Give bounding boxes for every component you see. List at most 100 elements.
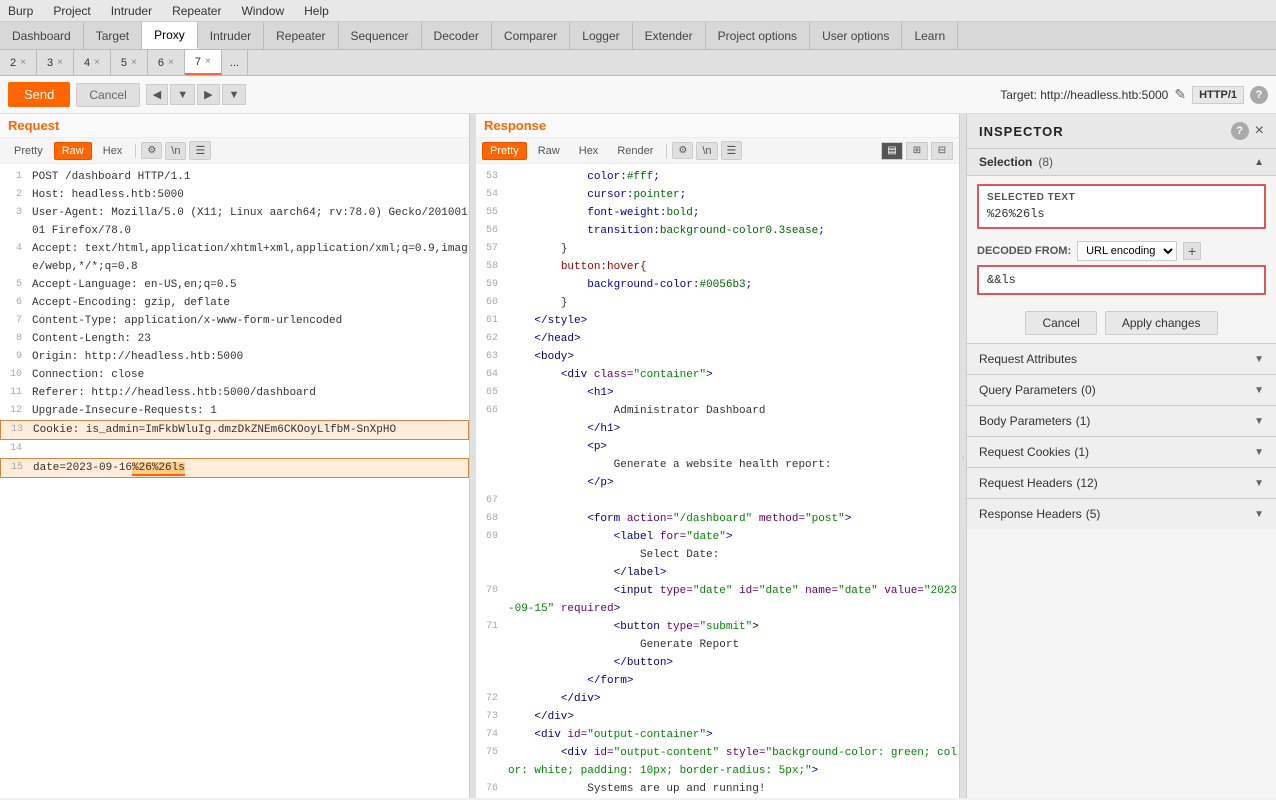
req-fmt-special2[interactable]: \n bbox=[165, 142, 186, 160]
req-tab-6[interactable]: 6 × bbox=[148, 50, 185, 75]
send-button[interactable]: Send bbox=[8, 82, 70, 107]
section-chevron-req-attrs: ▼ bbox=[1254, 354, 1264, 365]
decoded-from-label: DECODED FROM: bbox=[977, 245, 1071, 257]
view-btn-1[interactable]: ▤ bbox=[881, 142, 903, 160]
inspector-cancel-button[interactable]: Cancel bbox=[1025, 311, 1096, 335]
tab-dashboard[interactable]: Dashboard bbox=[0, 22, 84, 49]
apply-changes-button[interactable]: Apply changes bbox=[1105, 311, 1218, 335]
req-tab-7[interactable]: 7 × bbox=[185, 50, 222, 75]
tab-sequencer[interactable]: Sequencer bbox=[339, 22, 422, 49]
tab-project-options[interactable]: Project options bbox=[706, 22, 810, 49]
tab-user-options[interactable]: User options bbox=[810, 22, 902, 49]
tab-intruder[interactable]: Intruder bbox=[198, 22, 264, 49]
code-line-9: 9 Origin: http://headless.htb:5000 bbox=[0, 348, 469, 366]
section-header-query-params[interactable]: Query Parameters (0) ▼ bbox=[967, 375, 1276, 405]
section-header-resp-headers[interactable]: Response Headers (5) ▼ bbox=[967, 499, 1276, 529]
response-code-area[interactable]: 53 color:#fff; 54 cursor:pointer; 55 fon… bbox=[476, 164, 959, 798]
cancel-button[interactable]: Cancel bbox=[76, 83, 139, 107]
main-content: Request Pretty Raw Hex ⚙ \n ☰ 1 POST /da… bbox=[0, 114, 1276, 798]
view-btn-2[interactable]: ⊞ bbox=[906, 142, 928, 160]
req-tab-5[interactable]: 5 × bbox=[111, 50, 148, 75]
tab-target[interactable]: Target bbox=[84, 22, 142, 49]
nav-forward-dropdown[interactable]: ▼ bbox=[222, 84, 247, 105]
decoded-from-select[interactable]: URL encoding Base64 HTML entities Hex bbox=[1077, 241, 1177, 261]
section-title-query-params: Query Parameters bbox=[979, 383, 1077, 397]
decoded-value-box: &&ls bbox=[977, 265, 1266, 295]
inspector-help-icon[interactable]: ? bbox=[1231, 122, 1249, 140]
section-header-req-headers[interactable]: Request Headers (12) ▼ bbox=[967, 468, 1276, 498]
resp-line-64: 64 <div class="container"> bbox=[476, 366, 959, 384]
req-fmt-special1[interactable]: ⚙ bbox=[141, 142, 162, 159]
resp-fmt-sep bbox=[666, 144, 667, 158]
decoded-add-button[interactable]: + bbox=[1183, 242, 1201, 260]
req-fmt-special3[interactable]: ☰ bbox=[189, 141, 211, 160]
resp-line-66: 66 Administrator Dashboard bbox=[476, 402, 959, 420]
request-code-area[interactable]: 1 POST /dashboard HTTP/1.1 2 Host: headl… bbox=[0, 164, 469, 798]
tab-comparer[interactable]: Comparer bbox=[492, 22, 570, 49]
req-tab-3-close[interactable]: × bbox=[57, 57, 63, 68]
selection-count: (8) bbox=[1038, 155, 1053, 169]
req-tab-7-close[interactable]: × bbox=[205, 56, 211, 67]
req-tab-5-close[interactable]: × bbox=[131, 57, 137, 68]
req-tab-2-close[interactable]: × bbox=[20, 57, 26, 68]
resp-fmt-pretty[interactable]: Pretty bbox=[482, 142, 527, 160]
section-header-req-attrs[interactable]: Request Attributes ▼ bbox=[967, 344, 1276, 374]
req-tab-6-close[interactable]: × bbox=[168, 57, 174, 68]
req-tab-4-close[interactable]: × bbox=[94, 57, 100, 68]
req-tab-3-label: 3 bbox=[47, 57, 53, 69]
inspector-panel: INSPECTOR ? × Selection (8) ▲ SELECTED T… bbox=[966, 114, 1276, 798]
menu-help[interactable]: Help bbox=[300, 4, 333, 18]
resp-line-67: 67 bbox=[476, 492, 959, 510]
section-header-body-params[interactable]: Body Parameters (1) ▼ bbox=[967, 406, 1276, 436]
nav-back-button[interactable]: ◀ bbox=[146, 84, 168, 105]
resp-line-66c: <p> bbox=[476, 438, 959, 456]
selection-header[interactable]: Selection (8) ▲ bbox=[967, 149, 1276, 176]
resp-fmt-hex[interactable]: Hex bbox=[571, 142, 607, 160]
selected-text-value: %26%26ls bbox=[987, 207, 1256, 221]
resp-line-69b: </label> bbox=[476, 564, 959, 582]
resp-fmt-raw[interactable]: Raw bbox=[530, 142, 568, 160]
req-tab-2[interactable]: 2 × bbox=[0, 50, 37, 75]
menu-project[interactable]: Project bbox=[49, 4, 94, 18]
resp-line-71c: </form> bbox=[476, 672, 959, 690]
tab-logger[interactable]: Logger bbox=[570, 22, 632, 49]
req-fmt-raw[interactable]: Raw bbox=[54, 142, 92, 160]
inspector-close-button[interactable]: × bbox=[1255, 122, 1264, 140]
resp-line-71: 71 <button type="submit"> bbox=[476, 618, 959, 636]
menu-window[interactable]: Window bbox=[237, 4, 288, 18]
help-icon[interactable]: ? bbox=[1250, 86, 1268, 104]
req-tab-4[interactable]: 4 × bbox=[74, 50, 111, 75]
req-tab-7-label: 7 bbox=[195, 56, 201, 68]
resp-line-65: 65 <h1> bbox=[476, 384, 959, 402]
nav-forward-button[interactable]: ▶ bbox=[197, 84, 219, 105]
tab-learn[interactable]: Learn bbox=[902, 22, 958, 49]
nav-back-dropdown[interactable]: ▼ bbox=[170, 84, 195, 105]
tab-decoder[interactable]: Decoder bbox=[422, 22, 492, 49]
resp-line-60: 60 } bbox=[476, 294, 959, 312]
selection-title: Selection bbox=[979, 155, 1032, 169]
resp-fmt-special1[interactable]: ⚙ bbox=[672, 142, 693, 159]
menu-intruder[interactable]: Intruder bbox=[107, 4, 156, 18]
code-line-6: 6 Accept-Encoding: gzip, deflate bbox=[0, 294, 469, 312]
resp-fmt-special2[interactable]: \n bbox=[696, 142, 717, 160]
menu-repeater[interactable]: Repeater bbox=[168, 4, 225, 18]
req-fmt-pretty[interactable]: Pretty bbox=[6, 142, 51, 160]
resp-line-70: 70 <input type="date" id="date" name="da… bbox=[476, 582, 959, 618]
tab-repeater[interactable]: Repeater bbox=[264, 22, 338, 49]
tab-proxy[interactable]: Proxy bbox=[142, 22, 198, 49]
resp-line-68: 68 <form action="/dashboard" method="pos… bbox=[476, 510, 959, 528]
section-header-req-cookies[interactable]: Request Cookies (1) ▼ bbox=[967, 437, 1276, 467]
resp-line-69a: Select Date: bbox=[476, 546, 959, 564]
target-info: Target: http://headless.htb:5000 ✎ HTTP/… bbox=[1000, 86, 1268, 104]
view-toggle: ▤ ⊞ ⊟ bbox=[881, 142, 953, 160]
resp-fmt-render[interactable]: Render bbox=[609, 142, 661, 160]
view-btn-3[interactable]: ⊟ bbox=[931, 142, 953, 160]
resp-fmt-special3[interactable]: ☰ bbox=[721, 141, 743, 160]
target-edit-icon[interactable]: ✎ bbox=[1174, 86, 1186, 103]
req-fmt-hex[interactable]: Hex bbox=[95, 142, 131, 160]
tab-extender[interactable]: Extender bbox=[633, 22, 706, 49]
req-tab-more[interactable]: ... bbox=[222, 50, 248, 75]
menu-burp[interactable]: Burp bbox=[4, 4, 37, 18]
section-chevron-query-params: ▼ bbox=[1254, 385, 1264, 396]
req-tab-3[interactable]: 3 × bbox=[37, 50, 74, 75]
